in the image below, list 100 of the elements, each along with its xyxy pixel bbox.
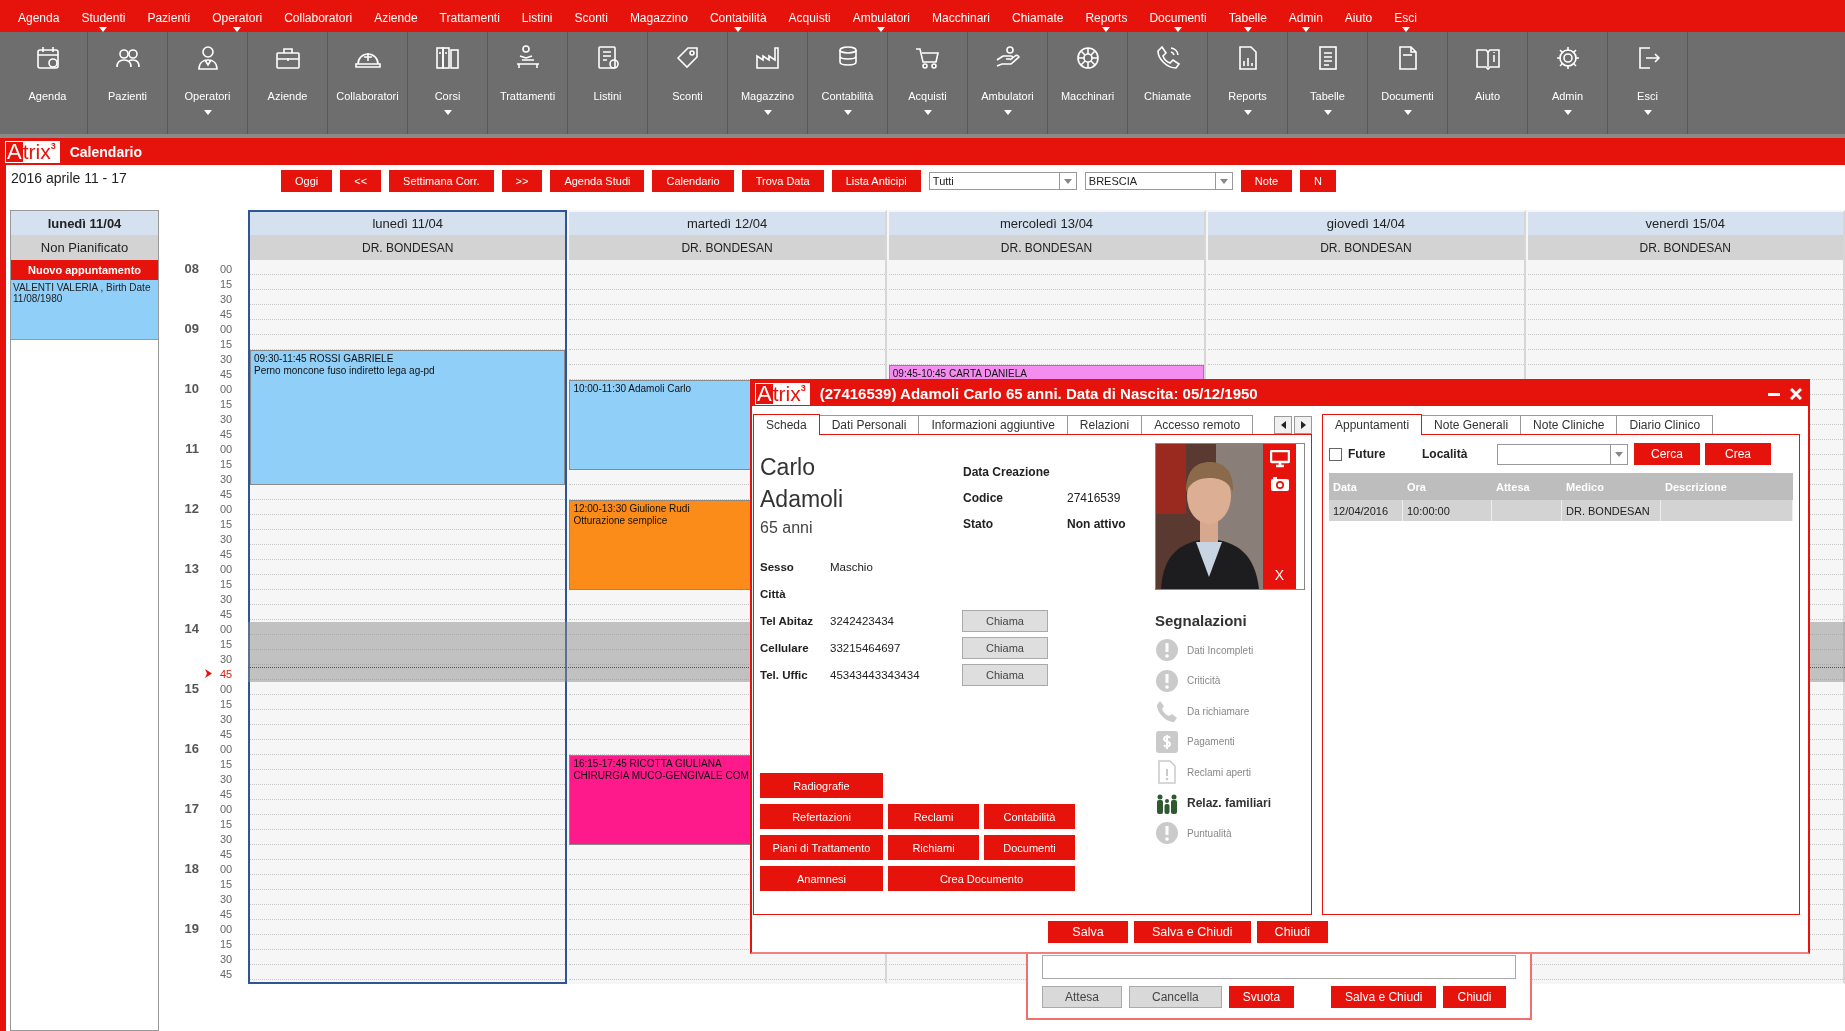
toolbar-button[interactable]: Settimana Corr. [389,170,494,192]
menu-item[interactable]: Contabilità [703,0,773,33]
menu-item[interactable]: Magazzino [623,0,694,26]
dialog-button[interactable]: Chiudi [1256,921,1329,943]
toolbar-button[interactable]: Calendario [652,170,734,192]
menu-item[interactable]: Operatori [206,0,269,33]
action-button[interactable]: Contabilità [984,804,1075,829]
remove-button[interactable]: X [1274,567,1285,583]
menu-item[interactable]: Trattamenti [433,0,506,26]
dialog-button[interactable]: Salva [1048,921,1128,943]
action-button[interactable]: Richiami [888,835,979,860]
minute-label: 00 [218,922,234,935]
action-button[interactable]: Anamnesi [760,866,883,891]
field-value: 27416539 [1067,491,1122,505]
day-column[interactable]: lunedì 11/04 DR. BONDESAN 09:30-11:45 ROSSI GABRIELE Perno moncone fuso indiretto lega ag-pd [248,210,568,984]
toolbar-button[interactable]: Aziende [248,32,328,134]
menu-item[interactable]: Listini [515,0,559,26]
menu-item[interactable]: Macchinari [926,0,997,26]
dialog-button[interactable]: Chiudi [1443,986,1506,1008]
action-button[interactable]: Documenti [984,835,1075,860]
minute-label: 00 [218,622,234,635]
toolbar-button[interactable]: Oggi [281,170,333,192]
dialog-button[interactable]: Salva e Chiudi [1331,986,1437,1008]
dropdown[interactable]: BRESCIA [1084,172,1233,190]
tab[interactable]: Scheda [753,414,820,435]
call-button[interactable]: Chiama [962,610,1048,632]
action-button[interactable]: Refertazioni [760,804,883,829]
minute-label: 45 [218,967,234,980]
toolbar-button[interactable]: Trova Data [741,170,824,192]
dialog-button[interactable]: Attesa [1042,986,1123,1008]
action-button[interactable]: Reclami [888,804,979,829]
field-label: Tel Abitaz [760,615,815,627]
dialog-button[interactable]: Salva e Chiudi [1134,921,1251,943]
tab[interactable]: Accesso remoto [1141,415,1254,434]
menu-item[interactable]: Aiuto [1338,0,1379,26]
tab[interactable]: Informazioni aggiuntive [918,415,1068,434]
toolbar-button[interactable]: Aiuto [1448,32,1528,134]
menu-item[interactable]: Collaboratori [278,0,359,26]
toolbar-button[interactable]: Contabilità [808,32,888,134]
menu-item[interactable]: Ambulatori [846,0,916,33]
toolbar-button[interactable]: Ambulatori [968,32,1048,134]
action-button[interactable]: Crea Documento [888,866,1075,891]
create-button[interactable]: Crea [1705,443,1771,465]
toolbar-button[interactable]: Reports [1208,32,1288,134]
date-range: 2016 aprile 11 - 17 [10,169,128,186]
toolbar-button[interactable]: Esci [1608,32,1688,134]
toolbar-button[interactable]: Documenti [1368,32,1448,134]
dialog-button[interactable]: Cancella [1129,986,1222,1008]
tab[interactable]: Diario Clinico [1616,415,1714,434]
action-button[interactable]: Radiografie [760,773,883,798]
dialog-button[interactable]: Svuota [1228,986,1295,1008]
unplanned-entry[interactable]: VALENTI VALERIA , Birth Date 11/08/1980 [11,280,158,340]
toolbar-button[interactable]: << [340,170,382,192]
toolbar-button[interactable]: Lista Anticipi [831,170,921,192]
menu-item[interactable]: Documenti [1143,0,1213,33]
menu-item[interactable]: Esci [1388,0,1423,33]
action-button[interactable]: Piani di Trattamento [760,835,883,860]
toolbar-button[interactable]: Tabelle [1288,32,1368,134]
toolbar-button[interactable]: N [1300,170,1337,192]
toolbar-button[interactable]: Agenda Studi [550,170,645,192]
toolbar-button[interactable]: Listini [568,32,648,134]
appointment[interactable]: 09:30-11:45 ROSSI GABRIELE Perno moncone fuso indiretto lega ag-pd [250,350,566,485]
menu-item[interactable]: Agenda [12,0,66,26]
menu-item[interactable]: Pazienti [141,0,197,26]
toolbar-button[interactable]: Acquisti [888,32,968,134]
toolbar-button[interactable]: Magazzino [728,32,808,134]
status-value: Non attivo [1067,517,1126,531]
menu-item[interactable]: Sconti [568,0,614,26]
menu-item[interactable]: Aziende [368,0,424,26]
toolbar-button[interactable]: Trattamenti [488,32,568,134]
menu-item[interactable]: Tabelle [1222,0,1273,33]
tab[interactable]: Appuntamenti [1322,414,1423,435]
toolbar-button[interactable]: Chiamate [1128,32,1208,134]
minute-label: 15 [218,397,234,410]
toolbar-button[interactable]: >> [501,170,543,192]
toolbar-button[interactable]: Sconti [648,32,728,134]
menu-item[interactable]: Admin [1282,0,1329,33]
field-label: Cellulare [760,642,810,654]
call-button[interactable]: Chiama [962,637,1048,659]
toolbar-button[interactable]: Agenda [8,32,88,134]
alert-label: Relaz. familiari [1187,795,1272,810]
menu-item[interactable]: Chiamate [1006,0,1070,26]
toolbar-button[interactable]: Collaboratori [328,32,408,134]
appointment-title: 09:45-10:45 CARTA DANIELA [892,368,1027,380]
hour-label: 11 [184,441,200,456]
menu-item[interactable]: Studenti [75,0,132,33]
toolbar-button[interactable]: Pazienti [88,32,168,134]
minute-label: 30 [218,712,234,725]
toolbar-button[interactable]: Operatori [168,32,248,134]
dropdown[interactable]: Tutti [928,172,1077,190]
call-button[interactable]: Chiama [962,664,1048,686]
new-appointment-button[interactable]: Nuovo appuntamento [11,260,158,280]
minute-label: 30 [218,532,234,545]
toolbar-button[interactable]: Note [1240,170,1293,192]
menu-item[interactable]: Acquisti [782,0,837,26]
toolbar-button[interactable]: Macchinari [1048,32,1128,134]
toolbar-button[interactable]: Admin [1528,32,1608,134]
toolbar-button[interactable]: Corsi [408,32,488,134]
search-button[interactable]: Cerca [1634,443,1700,465]
menu-item[interactable]: Reports [1079,0,1134,33]
